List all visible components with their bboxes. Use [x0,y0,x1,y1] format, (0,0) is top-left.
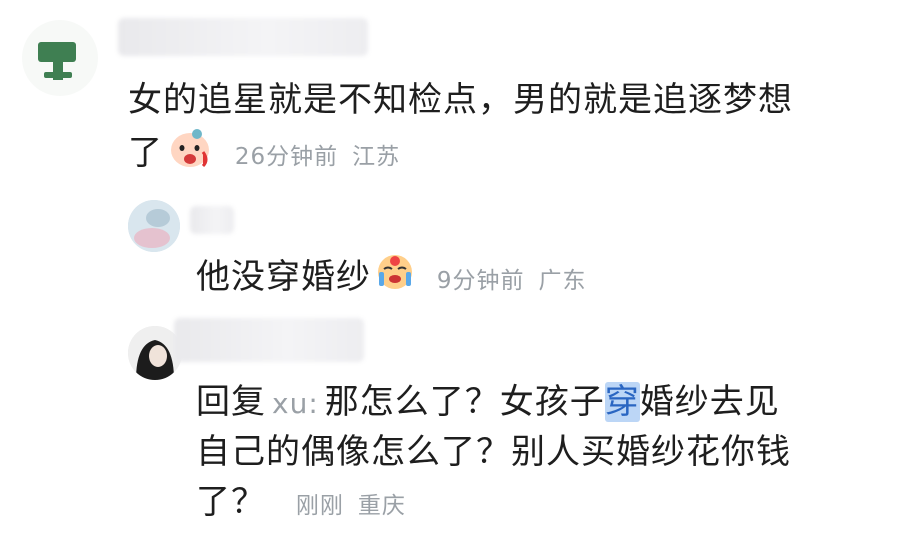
loudly-crying-face-icon [375,252,415,305]
comment-text-line1: 女的追星就是不知检点，男的就是追逐梦想 [128,80,793,120]
reply-to-user[interactable]: xu: [272,387,319,420]
avatar-image-icon [128,200,180,252]
comment-location: 广东 [538,268,587,294]
highlighted-char: 穿 [604,382,640,422]
reply-text-a: 那怎么了？女孩子 [324,382,605,422]
reply-text-line1: 回复 xu: 那怎么了？女孩子穿婚纱去见 [196,378,780,428]
username-blurred[interactable] [118,18,368,56]
comment-location: 江苏 [352,144,401,170]
tree-avatar-icon [38,42,76,80]
crying-face-icon [167,126,213,183]
comment-text: 他没穿婚纱 [196,257,371,297]
reply-text-b: 婚纱去见 [639,382,780,422]
comment-text-line2: 了 [128,133,163,173]
avatar[interactable] [22,20,98,96]
comment-time: 9分钟前 [436,268,525,294]
comment-text-line2-row: 了 26分钟前 江苏 [128,126,414,183]
avatar[interactable] [128,200,180,252]
comment-time: 26分钟前 [234,144,339,170]
comment-time: 刚刚 [295,493,344,519]
reply-label: 回复 [196,382,266,422]
reply-text-line2: 自己的偶像怎么了？别人买婚纱花你钱 [196,432,791,472]
username-blurred[interactable] [190,206,234,234]
username-blurred[interactable] [174,318,364,362]
reply-text-line3: 了？ [196,482,266,522]
comment-location: 重庆 [357,493,406,519]
comment-text-row: 他没穿婚纱 9分钟前 广东 [196,252,600,305]
reply-text-line3-row: 了？ 刚刚 重庆 [196,478,420,530]
